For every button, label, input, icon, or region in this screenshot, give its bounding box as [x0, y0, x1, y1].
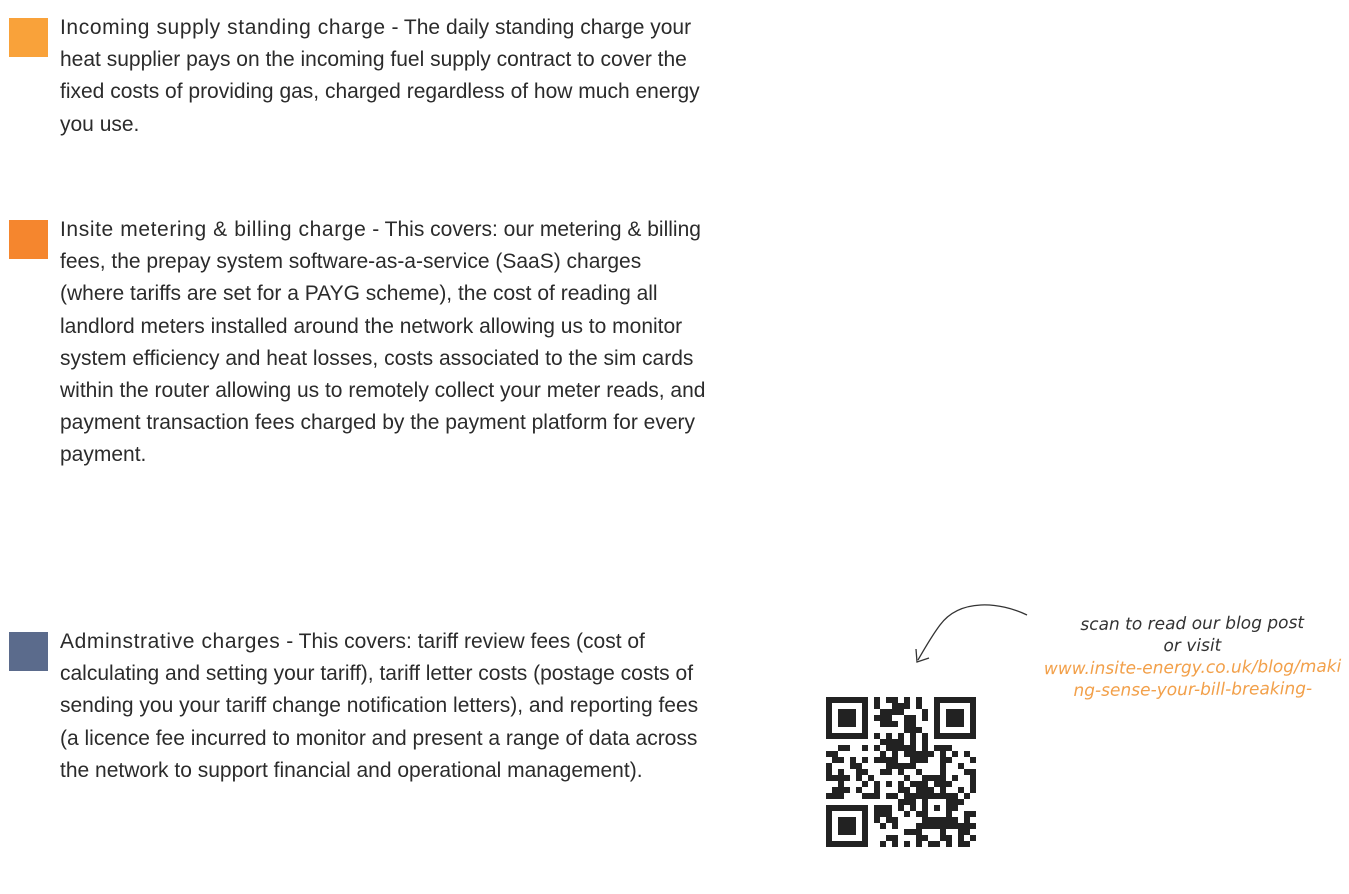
qr-code-icon[interactable]: [826, 697, 976, 847]
charge-title: Insite metering & billing charge: [60, 218, 367, 241]
scan-note: scan to read our blog post or visit www.…: [1040, 612, 1346, 703]
charge-separator: -: [385, 16, 404, 39]
charge-title: Incoming supply standing charge: [60, 16, 386, 39]
charge-separator: -: [280, 630, 299, 653]
charge-title: Adminstrative charges: [60, 630, 281, 653]
color-swatch-icon: [9, 632, 48, 671]
color-swatch-icon: [9, 18, 48, 57]
scan-note-line1: scan to read our blog post: [1080, 613, 1305, 635]
curved-arrow-icon: [915, 604, 1028, 663]
color-swatch-icon: [9, 220, 48, 259]
charge-text: Incoming supply standing charge - The da…: [60, 12, 710, 141]
charge-description: This covers: our metering & billing fees…: [60, 218, 706, 467]
charge-text: Insite metering & billing charge - This …: [60, 214, 710, 472]
blog-link[interactable]: www.insite-energy.co.uk/blog/making-sens…: [1040, 656, 1345, 703]
scan-note-line2: or visit: [1163, 635, 1222, 657]
charge-separator: -: [366, 218, 385, 241]
charge-text: Adminstrative charges - This covers: tar…: [60, 626, 710, 787]
